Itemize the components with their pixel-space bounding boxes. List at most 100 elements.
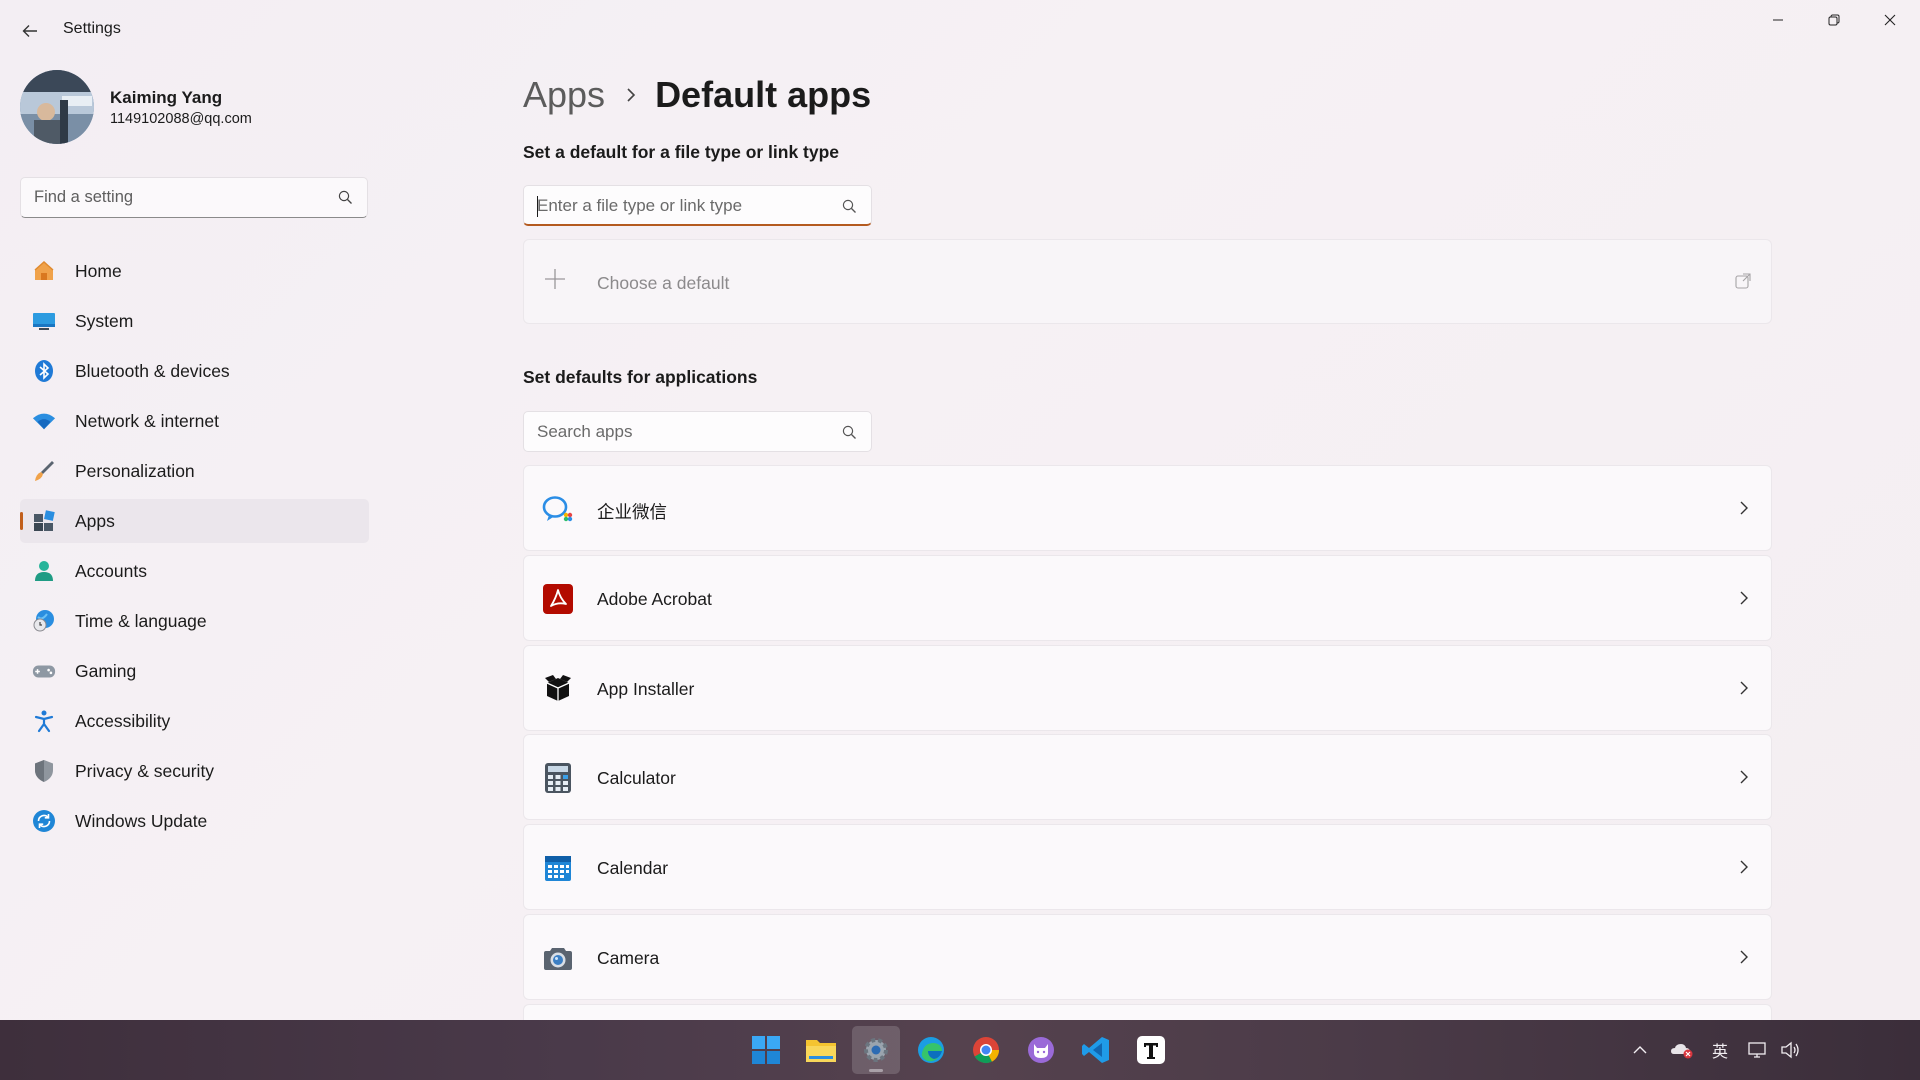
app-row-camera[interactable]: Camera xyxy=(523,914,1772,1000)
sidebar-item-gaming[interactable]: Gaming xyxy=(20,649,369,693)
sidebar-item-network[interactable]: Network & internet xyxy=(20,399,369,443)
apps-search-input[interactable] xyxy=(537,412,827,451)
update-icon xyxy=(32,809,56,833)
app-name: 企业微信 xyxy=(597,502,667,522)
choose-default-label: Choose a default xyxy=(597,273,730,293)
network-icon xyxy=(1748,1042,1766,1058)
filetype-search-input[interactable] xyxy=(537,186,827,225)
calculator-icon xyxy=(542,762,574,794)
sidebar-item-label: Home xyxy=(75,261,122,281)
sidebar-item-windows-update[interactable]: Windows Update xyxy=(20,799,369,843)
sidebar-item-system[interactable]: System xyxy=(20,299,369,343)
calendar-icon xyxy=(542,852,574,884)
app-name: Camera xyxy=(597,948,660,968)
typora-button[interactable] xyxy=(1127,1026,1175,1074)
open-external-icon xyxy=(1735,273,1751,294)
system-icon xyxy=(32,309,56,333)
app-title: Settings xyxy=(63,20,121,37)
filetype-search-box xyxy=(523,185,872,226)
close-button[interactable] xyxy=(1862,0,1918,40)
chrome-button[interactable] xyxy=(962,1026,1010,1074)
chevron-right-icon xyxy=(1739,859,1749,880)
app-row-calculator[interactable]: Calculator xyxy=(523,734,1772,820)
settings-window: Settings Kaiming Yang 1149102088@qq.com xyxy=(0,0,1920,1020)
app-name: Calendar xyxy=(597,858,669,878)
apps-section-title: Set defaults for applications xyxy=(523,367,758,387)
sidebar-item-apps[interactable]: Apps xyxy=(20,499,369,543)
avatar[interactable] xyxy=(20,70,94,144)
edge-icon xyxy=(918,1037,944,1063)
sidebar-item-label: Accessibility xyxy=(75,711,171,731)
onedrive-tray-button[interactable] xyxy=(1668,1038,1696,1062)
chevron-right-icon xyxy=(1739,949,1749,970)
sidebar-item-label: Time & language xyxy=(75,611,207,631)
brush-icon xyxy=(32,459,56,483)
sidebar-item-privacy[interactable]: Privacy & security xyxy=(20,749,369,793)
edge-button[interactable] xyxy=(907,1026,955,1074)
chevron-right-icon xyxy=(1739,500,1749,521)
back-button[interactable] xyxy=(14,16,46,46)
sidebar-item-label: Privacy & security xyxy=(75,761,215,781)
sidebar-item-label: Accounts xyxy=(75,561,147,581)
app-row-adobe-acrobat[interactable]: Adobe Acrobat xyxy=(523,555,1772,641)
find-setting-input[interactable] xyxy=(34,178,324,217)
chrome-icon xyxy=(973,1037,1000,1064)
sidebar-item-home[interactable]: Home xyxy=(20,249,369,293)
plus-icon xyxy=(544,268,566,295)
chevron-right-icon xyxy=(625,87,637,103)
settings-taskbar-button[interactable] xyxy=(852,1026,900,1074)
search-icon[interactable] xyxy=(338,190,353,210)
sidebar-item-label: Apps xyxy=(75,511,115,531)
globe-clock-icon xyxy=(32,609,56,633)
show-hidden-icons-button[interactable] xyxy=(1628,1038,1652,1062)
close-icon xyxy=(1884,14,1896,26)
app-row-partial xyxy=(523,1004,1772,1020)
sidebar-item-label: System xyxy=(75,311,134,331)
minimize-icon xyxy=(1773,19,1783,21)
app-row-app-installer[interactable]: App Installer xyxy=(523,645,1772,731)
chevron-right-icon xyxy=(1739,769,1749,790)
vscode-icon xyxy=(1082,1037,1109,1063)
sidebar-item-time-language[interactable]: Time & language xyxy=(20,599,369,643)
ime-indicator[interactable]: 英 xyxy=(1708,1038,1732,1062)
breadcrumb: Apps Default apps xyxy=(523,70,871,120)
bluetooth-icon xyxy=(32,359,56,383)
minimize-button[interactable] xyxy=(1750,0,1806,40)
sidebar-item-accessibility[interactable]: Accessibility xyxy=(20,699,369,743)
app-name: App Installer xyxy=(597,679,695,699)
acrobat-icon xyxy=(542,583,574,615)
volume-tray-button[interactable] xyxy=(1778,1038,1802,1062)
sidebar-item-label: Network & internet xyxy=(75,411,219,431)
app-row-wecom[interactable]: 企业微信 xyxy=(523,465,1772,551)
search-icon[interactable] xyxy=(842,425,857,445)
settings-icon xyxy=(864,1038,888,1062)
sidebar-item-label: Windows Update xyxy=(75,811,208,831)
vscode-button[interactable] xyxy=(1072,1026,1120,1074)
sidebar-item-accounts[interactable]: Accounts xyxy=(20,549,369,593)
search-icon[interactable] xyxy=(842,199,857,219)
page-title: Default apps xyxy=(655,74,872,115)
cat-app-button[interactable] xyxy=(1017,1026,1065,1074)
restore-icon xyxy=(1828,14,1840,26)
find-setting-box xyxy=(20,177,368,218)
app-row-calendar[interactable]: Calendar xyxy=(523,824,1772,910)
chevron-right-icon xyxy=(1739,590,1749,611)
back-arrow-icon xyxy=(22,25,37,37)
taskbar: 英 xyxy=(0,1020,1920,1080)
camera-icon xyxy=(542,942,574,974)
wifi-icon xyxy=(32,409,56,433)
text-caret xyxy=(537,196,538,217)
sidebar-item-personalization[interactable]: Personalization xyxy=(20,449,369,493)
cat-app-icon xyxy=(1028,1037,1054,1063)
windows-start-button[interactable] xyxy=(742,1026,790,1074)
restore-button[interactable] xyxy=(1806,0,1862,40)
app-installer-icon xyxy=(542,673,574,705)
sidebar-item-bluetooth[interactable]: Bluetooth & devices xyxy=(20,349,369,393)
breadcrumb-parent[interactable]: Apps xyxy=(523,74,605,116)
app-name: Adobe Acrobat xyxy=(597,589,712,609)
network-tray-button[interactable] xyxy=(1746,1038,1770,1062)
gamepad-icon xyxy=(32,659,56,683)
choose-default-card: Choose a default xyxy=(523,239,1772,324)
file-explorer-button[interactable] xyxy=(797,1026,845,1074)
sidebar-nav: Home System Bluetooth & devices Network … xyxy=(20,249,369,849)
